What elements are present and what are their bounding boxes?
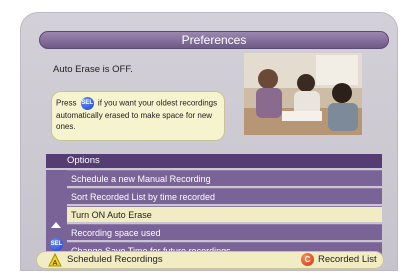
scroll-up-arrow-icon[interactable] [51, 222, 61, 228]
sel-button-icon: SEL [80, 97, 94, 110]
option-turn-on-auto-erase[interactable]: Turn ON Auto Erase [67, 206, 382, 222]
recorded-list-link[interactable]: Recorded List [318, 252, 377, 268]
scheduled-recordings-link[interactable]: Scheduled Recordings [67, 252, 163, 268]
family-photo-image [244, 53, 362, 135]
options-header: Options [46, 154, 382, 168]
option-sort-recorded-list[interactable]: Sort Recorded List by time recorded [67, 188, 382, 204]
c-button-icon[interactable]: C [301, 253, 314, 266]
preferences-screen: Preferences Auto Erase is OFF. Press SEL… [20, 12, 398, 271]
option-recording-space-used[interactable]: Recording space used [67, 224, 382, 240]
options-header-label: Options [67, 155, 100, 166]
title-bar: Preferences [39, 31, 389, 49]
option-schedule-manual-recording[interactable]: Schedule a new Manual Recording [67, 170, 382, 186]
hint-text: Press SEL if you want your oldest record… [56, 97, 220, 132]
auto-erase-status: Auto Erase is OFF. [53, 64, 133, 75]
a-button-key: A [53, 260, 58, 267]
a-button-icon[interactable]: A [48, 252, 62, 267]
page-title: Preferences [181, 33, 247, 47]
hint-box: Press SEL if you want your oldest record… [51, 91, 225, 141]
sel-button-icon[interactable]: SEL [50, 238, 63, 251]
bottom-shortcut-bar: A Scheduled Recordings C Recorded List [36, 251, 384, 269]
hint-text-before: Press [56, 98, 77, 108]
a-button-triangle: A [48, 252, 62, 267]
family-photo [244, 53, 362, 135]
